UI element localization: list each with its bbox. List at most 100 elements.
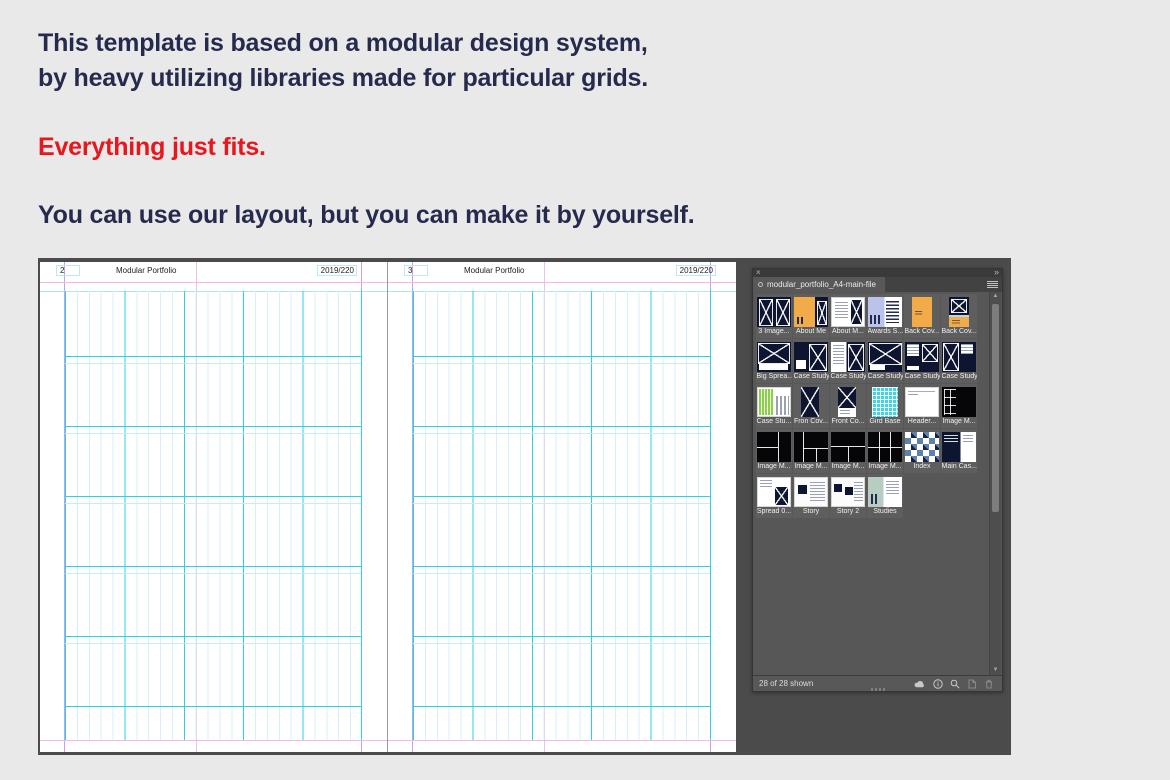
panel-close-icon[interactable]: × bbox=[756, 268, 761, 277]
library-item-label: 3 Image... bbox=[758, 327, 789, 336]
scroll-up-icon[interactable]: ▲ bbox=[990, 292, 1001, 301]
library-item-thumbnail bbox=[872, 386, 898, 417]
search-icon[interactable] bbox=[950, 679, 960, 689]
library-item[interactable]: Story 2 bbox=[830, 474, 866, 518]
library-item[interactable]: Image M... bbox=[867, 429, 903, 473]
panel-menu-icon[interactable] bbox=[987, 280, 998, 289]
library-item[interactable]: About Me bbox=[793, 294, 829, 338]
hero-highlight: Everything just fits. bbox=[38, 130, 266, 165]
cloud-sync-icon[interactable] bbox=[914, 679, 926, 689]
library-item[interactable]: Case Study bbox=[904, 339, 940, 383]
item-count-label: 28 of 28 shown bbox=[759, 679, 914, 688]
library-item-thumbnail bbox=[794, 431, 828, 462]
library-item[interactable]: Gird Base bbox=[867, 384, 903, 428]
page-year: 2019/220 bbox=[676, 265, 716, 276]
library-item-thumbnail bbox=[794, 386, 828, 417]
new-item-icon[interactable] bbox=[967, 679, 977, 689]
library-item-thumbnail bbox=[949, 296, 969, 327]
library-item-label: Case Study bbox=[942, 372, 977, 381]
library-item-label: Main Cas... bbox=[942, 462, 977, 471]
library-item[interactable]: About M... bbox=[830, 294, 866, 338]
library-item[interactable]: Index bbox=[904, 429, 940, 473]
page-header: 2 Modular Portfolio 2019/220 bbox=[40, 265, 387, 277]
page-number: 2 bbox=[56, 265, 80, 276]
library-item[interactable]: Studies bbox=[867, 474, 903, 518]
library-item[interactable]: Image M... bbox=[941, 384, 977, 428]
library-item[interactable]: Case Stu... bbox=[756, 384, 792, 428]
library-item-label: Index bbox=[913, 462, 930, 471]
delete-item-icon[interactable] bbox=[984, 679, 994, 689]
scrollbar[interactable]: ▲ ▼ bbox=[989, 292, 1001, 675]
library-item-thumbnail bbox=[757, 341, 791, 372]
page-title: Modular Portfolio bbox=[464, 266, 524, 276]
library-item[interactable]: Front Co... bbox=[830, 384, 866, 428]
library-item[interactable]: Case Study bbox=[830, 339, 866, 383]
page-year: 2019/220 bbox=[317, 265, 357, 276]
library-item-label: Case Study bbox=[905, 372, 940, 381]
panel-collapse-icon[interactable]: » bbox=[994, 267, 999, 277]
scrollbar-thumb[interactable] bbox=[992, 304, 999, 512]
library-item-label: Image M... bbox=[794, 462, 827, 471]
library-item-label: Header... bbox=[908, 417, 936, 426]
library-item-thumbnail bbox=[794, 476, 828, 507]
info-icon[interactable] bbox=[933, 679, 943, 689]
library-item-thumbnail bbox=[942, 341, 976, 372]
library-item-label: Case Stu... bbox=[757, 417, 792, 426]
library-item-label: Awards S... bbox=[868, 327, 903, 336]
panel-titlebar: × » bbox=[753, 269, 1002, 277]
hero-subline: You can use our layout, but you can make… bbox=[38, 198, 695, 233]
library-item-thumbnail bbox=[831, 341, 865, 372]
library-item-thumbnail bbox=[757, 296, 791, 327]
panel-status-bar: 28 of 28 shown bbox=[753, 675, 1002, 691]
library-item-thumbnail bbox=[831, 296, 865, 327]
library-item-thumbnail bbox=[868, 341, 902, 372]
library-item-thumbnail bbox=[912, 296, 932, 327]
library-item-label: About M... bbox=[832, 327, 864, 336]
library-item-label: About Me bbox=[796, 327, 826, 336]
library-item-label: Image M... bbox=[942, 417, 975, 426]
library-tab-label: modular_portfolio_A4-main-file bbox=[767, 280, 876, 289]
library-item[interactable]: Image M... bbox=[756, 429, 792, 473]
library-item[interactable]: Spread 0... bbox=[756, 474, 792, 518]
library-item[interactable]: Story bbox=[793, 474, 829, 518]
page-header: 3 Modular Portfolio 2019/220 bbox=[388, 265, 736, 277]
library-item-label: Studies bbox=[873, 507, 896, 516]
library-item[interactable]: Back Cov... bbox=[904, 294, 940, 338]
library-item-thumbnail bbox=[757, 431, 791, 462]
library-panel: × » modular_portfolio_A4-main-file 3 Ima… bbox=[752, 268, 1003, 692]
library-item-thumbnail bbox=[868, 296, 902, 327]
library-item[interactable]: Awards S... bbox=[867, 294, 903, 338]
document-page-left[interactable]: 2 Modular Portfolio 2019/220 bbox=[40, 262, 388, 752]
library-item[interactable]: Back Cov... bbox=[941, 294, 977, 338]
library-item-thumbnail bbox=[757, 386, 791, 417]
library-item-thumbnail bbox=[794, 296, 828, 327]
library-item[interactable]: Main Cas... bbox=[941, 429, 977, 473]
library-item[interactable]: Case Study bbox=[793, 339, 829, 383]
library-item-label: Front Co... bbox=[831, 417, 864, 426]
scroll-down-icon[interactable]: ▼ bbox=[990, 666, 1001, 675]
library-item[interactable]: Case Study bbox=[941, 339, 977, 383]
document-page-right[interactable]: 3 Modular Portfolio 2019/220 bbox=[388, 262, 736, 752]
library-item-label: Story bbox=[803, 507, 819, 516]
library-body: 3 Image...About MeAbout M...Awards S...B… bbox=[753, 292, 1002, 675]
library-item[interactable]: Header... bbox=[904, 384, 940, 428]
library-item[interactable]: Fron Cov... bbox=[793, 384, 829, 428]
library-item-label: Image M... bbox=[868, 462, 901, 471]
library-item-thumbnail bbox=[868, 476, 902, 507]
library-item[interactable]: 3 Image... bbox=[756, 294, 792, 338]
page-number: 3 bbox=[404, 265, 428, 276]
library-item-thumbnail bbox=[868, 431, 902, 462]
library-item-label: Case Study bbox=[868, 372, 903, 381]
library-item-label: Gird Base bbox=[869, 417, 900, 426]
page-title: Modular Portfolio bbox=[116, 266, 176, 276]
library-item[interactable]: Image M... bbox=[830, 429, 866, 473]
library-item[interactable]: Case Study bbox=[867, 339, 903, 383]
library-item-thumbnail bbox=[905, 386, 939, 417]
library-item-label: Big Sprea... bbox=[757, 372, 792, 381]
library-item-thumbnail bbox=[942, 431, 976, 462]
layout-grid-guides bbox=[65, 291, 362, 740]
document-spread: 2 Modular Portfolio 2019/220 3 Modular P… bbox=[40, 262, 736, 752]
library-item[interactable]: Big Sprea... bbox=[756, 339, 792, 383]
library-item[interactable]: Image M... bbox=[793, 429, 829, 473]
library-tab[interactable]: modular_portfolio_A4-main-file bbox=[753, 277, 885, 292]
